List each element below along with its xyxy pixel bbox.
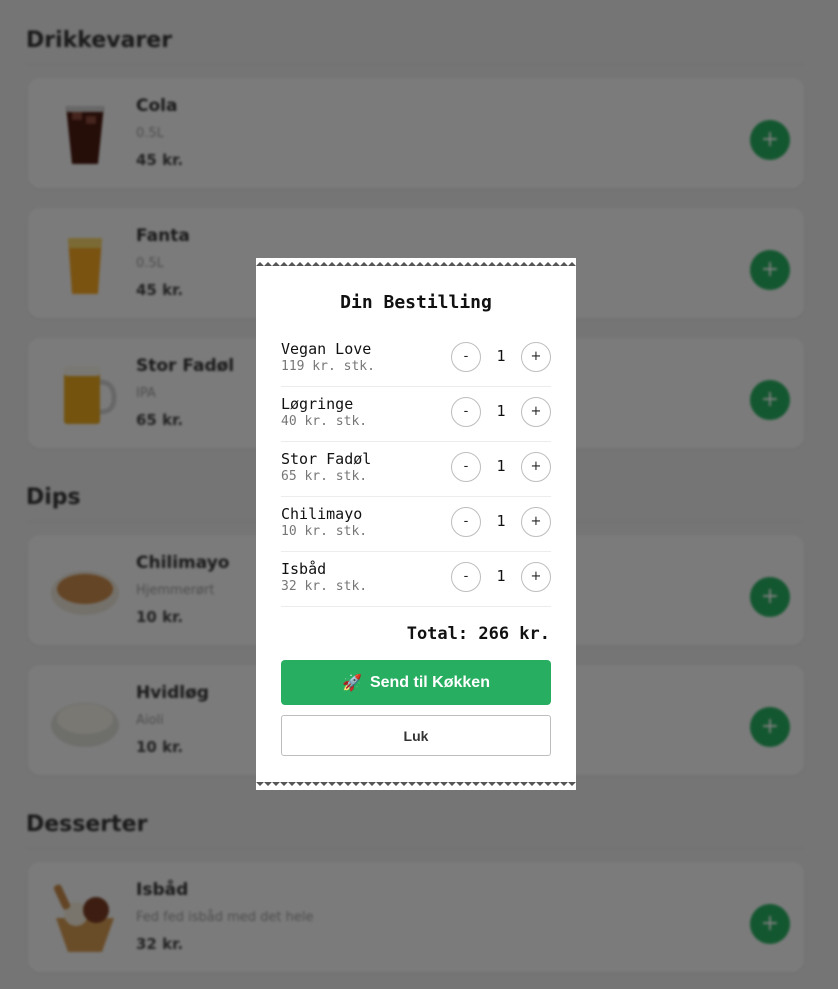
- order-item-price: 40 kr. stk.: [281, 414, 368, 429]
- order-item-quantity: 1: [496, 457, 506, 475]
- order-item-name: Isbåd: [281, 560, 327, 578]
- order-item: Isbåd 32 kr. stk. - 1 +: [281, 552, 551, 607]
- order-item: Vegan Love 119 kr. stk. - 1 +: [281, 332, 551, 387]
- increase-quantity-button[interactable]: +: [521, 397, 551, 427]
- increase-quantity-button[interactable]: +: [521, 562, 551, 592]
- order-item: Stor Fadøl 65 kr. stk. - 1 +: [281, 442, 551, 497]
- order-item-quantity: 1: [496, 512, 506, 530]
- decrease-quantity-button[interactable]: -: [451, 452, 481, 482]
- send-to-kitchen-label: Send til Køkken: [369, 673, 490, 691]
- decrease-quantity-button[interactable]: -: [451, 562, 481, 592]
- rocket-icon: 🚀: [342, 674, 362, 692]
- order-item: Chilimayo 10 kr. stk. - 1 +: [281, 497, 551, 552]
- receipt-title: Din Bestilling: [340, 292, 492, 313]
- close-button[interactable]: Luk: [281, 715, 551, 756]
- receipt-top-edge: [256, 262, 576, 266]
- order-item-price: 65 kr. stk.: [281, 469, 368, 484]
- order-item-name: Stor Fadøl: [281, 450, 372, 468]
- order-item-name: Løgringe: [281, 395, 354, 413]
- increase-quantity-button[interactable]: +: [521, 507, 551, 537]
- order-item-quantity: 1: [496, 347, 506, 365]
- order-item-quantity: 1: [496, 402, 506, 420]
- decrease-quantity-button[interactable]: -: [451, 507, 481, 537]
- order-item: Løgringe 40 kr. stk. - 1 +: [281, 387, 551, 442]
- order-item-price: 32 kr. stk.: [281, 579, 368, 594]
- order-item-quantity: 1: [496, 567, 506, 585]
- order-item-name: Vegan Love: [281, 340, 372, 358]
- decrease-quantity-button[interactable]: -: [451, 397, 481, 427]
- receipt-bottom-edge: [256, 782, 576, 786]
- increase-quantity-button[interactable]: +: [521, 452, 551, 482]
- order-item-price: 10 kr. stk.: [281, 524, 368, 539]
- order-item-name: Chilimayo: [281, 505, 363, 523]
- decrease-quantity-button[interactable]: -: [451, 342, 481, 372]
- order-item-list: Vegan Love 119 kr. stk. - 1 + Løgringe 4…: [281, 332, 551, 607]
- send-to-kitchen-button[interactable]: 🚀 Send til Køkken: [281, 660, 551, 705]
- increase-quantity-button[interactable]: +: [521, 342, 551, 372]
- order-total: Total: 266 kr.: [406, 624, 550, 644]
- order-receipt-modal: Din Bestilling Vegan Love 119 kr. stk. -…: [256, 258, 576, 790]
- order-item-price: 119 kr. stk.: [281, 359, 375, 374]
